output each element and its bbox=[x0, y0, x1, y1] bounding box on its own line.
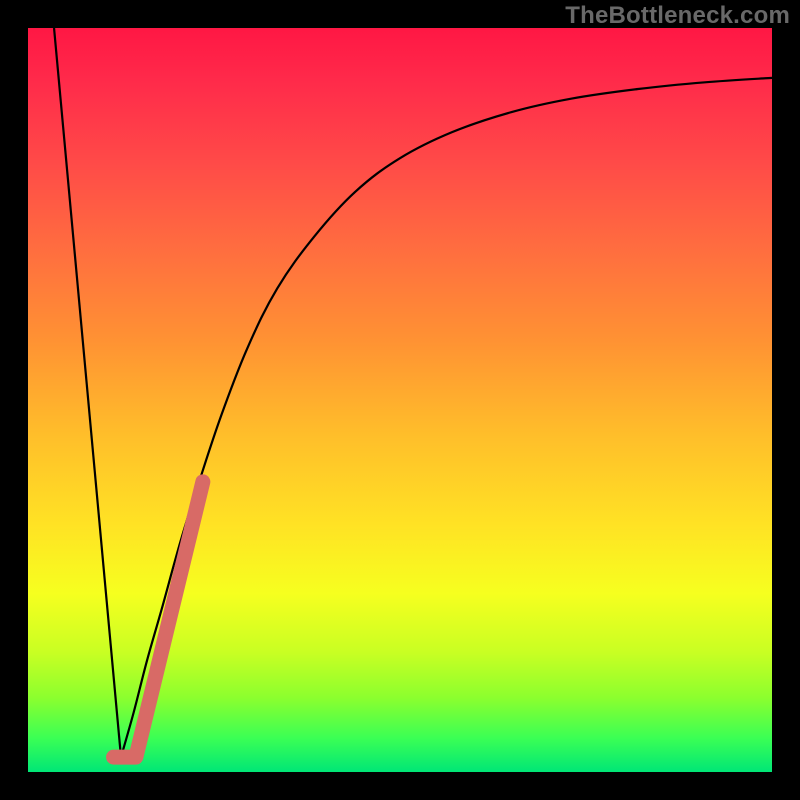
bottleneck-chart bbox=[0, 0, 800, 800]
watermark-text: TheBottleneck.com bbox=[565, 2, 790, 30]
chart-stage: TheBottleneck.com bbox=[0, 0, 800, 800]
plot-background bbox=[28, 28, 772, 772]
